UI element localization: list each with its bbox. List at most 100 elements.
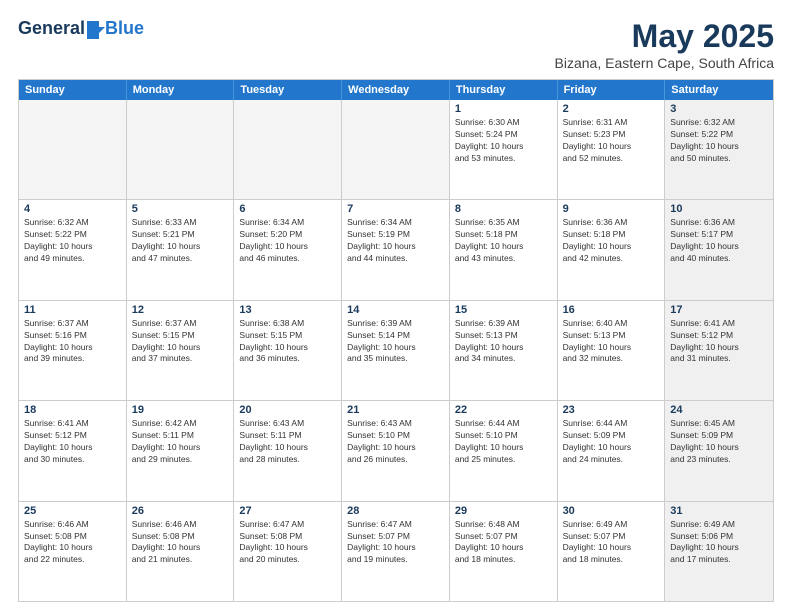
- day-cell-8: 8 Sunrise: 6:35 AM Sunset: 5:18 PM Daylig…: [450, 200, 558, 299]
- day-number: 18: [24, 404, 121, 416]
- cell-info: Sunrise: 6:33 AM Sunset: 5:21 PM Dayligh…: [132, 217, 229, 265]
- day-cell-18: 18 Sunrise: 6:41 AM Sunset: 5:12 PM Dayli…: [19, 401, 127, 500]
- cell-info: Sunrise: 6:46 AM Sunset: 5:08 PM Dayligh…: [24, 519, 121, 567]
- day-cell-5: 5 Sunrise: 6:33 AM Sunset: 5:21 PM Daylig…: [127, 200, 235, 299]
- cell-info: Sunrise: 6:35 AM Sunset: 5:18 PM Dayligh…: [455, 217, 552, 265]
- day-number: 7: [347, 203, 444, 215]
- cell-info: Sunrise: 6:37 AM Sunset: 5:16 PM Dayligh…: [24, 318, 121, 366]
- day-number: 8: [455, 203, 552, 215]
- day-cell-27: 27Sunrise: 6:47 AM Sunset: 5:08 PM Dayli…: [234, 502, 342, 601]
- day-header-wednesday: Wednesday: [342, 80, 450, 100]
- day-number: 31: [670, 505, 768, 517]
- day-cell-12: 12 Sunrise: 6:37 AM Sunset: 5:15 PM Dayli…: [127, 301, 235, 400]
- day-number: 17: [670, 304, 768, 316]
- day-header-tuesday: Tuesday: [234, 80, 342, 100]
- day-number: 9: [563, 203, 660, 215]
- cell-info: Sunrise: 6:43 AM Sunset: 5:11 PM Dayligh…: [239, 418, 336, 466]
- day-number: 25: [24, 505, 121, 517]
- day-number: 29: [455, 505, 552, 517]
- day-number: 4: [24, 203, 121, 215]
- logo-general: General: [18, 18, 85, 39]
- cell-info: Sunrise: 6:39 AM Sunset: 5:14 PM Dayligh…: [347, 318, 444, 366]
- day-cell-9: 9 Sunrise: 6:36 AM Sunset: 5:18 PM Daylig…: [558, 200, 666, 299]
- cell-info: Sunrise: 6:41 AM Sunset: 5:12 PM Dayligh…: [24, 418, 121, 466]
- calendar-week-2: 4 Sunrise: 6:32 AM Sunset: 5:22 PM Daylig…: [19, 199, 773, 299]
- day-cell-16: 16 Sunrise: 6:40 AM Sunset: 5:13 PM Dayli…: [558, 301, 666, 400]
- day-number: 1: [455, 103, 552, 115]
- cell-info: Sunrise: 6:49 AM Sunset: 5:06 PM Dayligh…: [670, 519, 768, 567]
- day-number: 26: [132, 505, 229, 517]
- day-header-thursday: Thursday: [450, 80, 558, 100]
- day-cell-11: 11 Sunrise: 6:37 AM Sunset: 5:16 PM Dayli…: [19, 301, 127, 400]
- cell-info: Sunrise: 6:43 AM Sunset: 5:10 PM Dayligh…: [347, 418, 444, 466]
- day-number: 16: [563, 304, 660, 316]
- cell-info: Sunrise: 6:36 AM Sunset: 5:18 PM Dayligh…: [563, 217, 660, 265]
- calendar-header: SundayMondayTuesdayWednesdayThursdayFrid…: [19, 80, 773, 100]
- day-header-saturday: Saturday: [665, 80, 773, 100]
- day-cell-14: 14Sunrise: 6:39 AM Sunset: 5:14 PM Dayli…: [342, 301, 450, 400]
- cell-info: Sunrise: 6:42 AM Sunset: 5:11 PM Dayligh…: [132, 418, 229, 466]
- title-block: May 2025 Bizana, Eastern Cape, South Afr…: [555, 18, 774, 71]
- cell-info: Sunrise: 6:40 AM Sunset: 5:13 PM Dayligh…: [563, 318, 660, 366]
- logo-blue: Blue: [105, 18, 144, 39]
- day-number: 2: [563, 103, 660, 115]
- cell-info: Sunrise: 6:34 AM Sunset: 5:19 PM Dayligh…: [347, 217, 444, 265]
- cell-info: Sunrise: 6:32 AM Sunset: 5:22 PM Dayligh…: [24, 217, 121, 265]
- day-number: 22: [455, 404, 552, 416]
- day-number: 24: [670, 404, 768, 416]
- cell-info: Sunrise: 6:47 AM Sunset: 5:08 PM Dayligh…: [239, 519, 336, 567]
- logo: General Blue: [18, 18, 144, 39]
- day-number: 11: [24, 304, 121, 316]
- day-cell-6: 6 Sunrise: 6:34 AM Sunset: 5:20 PM Daylig…: [234, 200, 342, 299]
- page: General Blue May 2025 Bizana, Eastern Cap…: [0, 0, 792, 612]
- cell-info: Sunrise: 6:47 AM Sunset: 5:07 PM Dayligh…: [347, 519, 444, 567]
- logo-text: General Blue: [18, 18, 144, 39]
- day-cell-4: 4 Sunrise: 6:32 AM Sunset: 5:22 PM Daylig…: [19, 200, 127, 299]
- empty-cell: [19, 100, 127, 199]
- cell-info: Sunrise: 6:44 AM Sunset: 5:09 PM Dayligh…: [563, 418, 660, 466]
- calendar-week-4: 18 Sunrise: 6:41 AM Sunset: 5:12 PM Dayli…: [19, 400, 773, 500]
- day-cell-3: 3 Sunrise: 6:32 AM Sunset: 5:22 PM Daylig…: [665, 100, 773, 199]
- day-number: 19: [132, 404, 229, 416]
- cell-info: Sunrise: 6:36 AM Sunset: 5:17 PM Dayligh…: [670, 217, 768, 265]
- day-cell-22: 22 Sunrise: 6:44 AM Sunset: 5:10 PM Dayli…: [450, 401, 558, 500]
- day-number: 10: [670, 203, 768, 215]
- calendar-week-1: 1 Sunrise: 6:30 AM Sunset: 5:24 PM Daylig…: [19, 100, 773, 199]
- day-cell-30: 30Sunrise: 6:49 AM Sunset: 5:07 PM Dayli…: [558, 502, 666, 601]
- day-header-sunday: Sunday: [19, 80, 127, 100]
- day-cell-10: 10 Sunrise: 6:36 AM Sunset: 5:17 PM Dayli…: [665, 200, 773, 299]
- day-number: 20: [239, 404, 336, 416]
- cell-info: Sunrise: 6:41 AM Sunset: 5:12 PM Dayligh…: [670, 318, 768, 366]
- cell-info: Sunrise: 6:30 AM Sunset: 5:24 PM Dayligh…: [455, 117, 552, 165]
- cell-info: Sunrise: 6:44 AM Sunset: 5:10 PM Dayligh…: [455, 418, 552, 466]
- day-number: 23: [563, 404, 660, 416]
- day-cell-15: 15Sunrise: 6:39 AM Sunset: 5:13 PM Dayli…: [450, 301, 558, 400]
- day-number: 6: [239, 203, 336, 215]
- day-cell-17: 17 Sunrise: 6:41 AM Sunset: 5:12 PM Dayli…: [665, 301, 773, 400]
- cell-info: Sunrise: 6:31 AM Sunset: 5:23 PM Dayligh…: [563, 117, 660, 165]
- cell-info: Sunrise: 6:49 AM Sunset: 5:07 PM Dayligh…: [563, 519, 660, 567]
- cell-info: Sunrise: 6:32 AM Sunset: 5:22 PM Dayligh…: [670, 117, 768, 165]
- cell-info: Sunrise: 6:37 AM Sunset: 5:15 PM Dayligh…: [132, 318, 229, 366]
- day-number: 12: [132, 304, 229, 316]
- cell-info: Sunrise: 6:34 AM Sunset: 5:20 PM Dayligh…: [239, 217, 336, 265]
- calendar-body: 1 Sunrise: 6:30 AM Sunset: 5:24 PM Daylig…: [19, 100, 773, 601]
- day-cell-19: 19 Sunrise: 6:42 AM Sunset: 5:11 PM Dayli…: [127, 401, 235, 500]
- day-cell-2: 2 Sunrise: 6:31 AM Sunset: 5:23 PM Daylig…: [558, 100, 666, 199]
- calendar-week-3: 11 Sunrise: 6:37 AM Sunset: 5:16 PM Dayli…: [19, 300, 773, 400]
- location-subtitle: Bizana, Eastern Cape, South Africa: [555, 55, 774, 71]
- day-cell-28: 28 Sunrise: 6:47 AM Sunset: 5:07 PM Dayli…: [342, 502, 450, 601]
- cell-info: Sunrise: 6:39 AM Sunset: 5:13 PM Dayligh…: [455, 318, 552, 366]
- day-number: 5: [132, 203, 229, 215]
- day-cell-24: 24 Sunrise: 6:45 AM Sunset: 5:09 PM Dayli…: [665, 401, 773, 500]
- day-number: 21: [347, 404, 444, 416]
- day-cell-31: 31 Sunrise: 6:49 AM Sunset: 5:06 PM Dayli…: [665, 502, 773, 601]
- day-cell-25: 25 Sunrise: 6:46 AM Sunset: 5:08 PM Dayli…: [19, 502, 127, 601]
- day-number: 28: [347, 505, 444, 517]
- day-cell-21: 21 Sunrise: 6:43 AM Sunset: 5:10 PM Dayli…: [342, 401, 450, 500]
- day-cell-13: 13Sunrise: 6:38 AM Sunset: 5:15 PM Dayli…: [234, 301, 342, 400]
- day-number: 3: [670, 103, 768, 115]
- header: General Blue May 2025 Bizana, Eastern Cap…: [18, 18, 774, 71]
- cell-info: Sunrise: 6:45 AM Sunset: 5:09 PM Dayligh…: [670, 418, 768, 466]
- cell-info: Sunrise: 6:46 AM Sunset: 5:08 PM Dayligh…: [132, 519, 229, 567]
